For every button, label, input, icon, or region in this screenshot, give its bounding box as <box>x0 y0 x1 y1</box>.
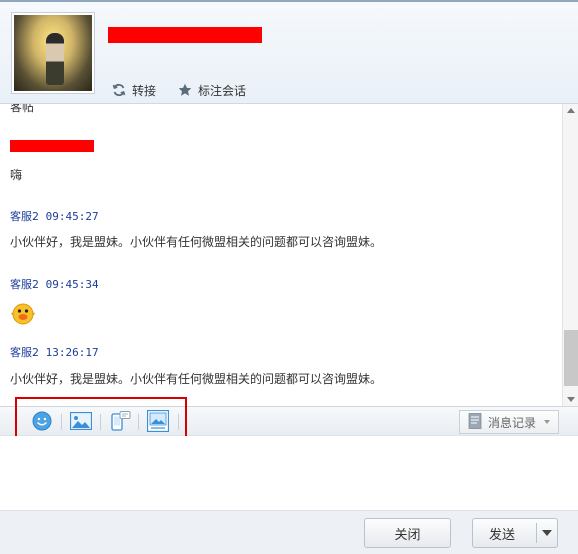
document-icon <box>468 412 482 432</box>
previous-message-text: 客帖 <box>10 104 35 114</box>
close-button-label: 关闭 <box>394 527 421 543</box>
message-header: 客服2 09:45:27 <box>10 208 99 224</box>
send-button-divider <box>536 523 537 543</box>
sender-redacted <box>10 140 94 152</box>
chat-scrollbar[interactable] <box>562 104 578 406</box>
message-history-button[interactable]: 消息记录 <box>459 410 559 434</box>
chevron-down-icon[interactable] <box>542 530 552 536</box>
message-history-label: 消息记录 <box>488 415 537 430</box>
refresh-icon <box>112 83 126 97</box>
message-time: 09:45:27 <box>45 210 99 223</box>
message-text: 小伙伴好，我是盟妹。小伙伴有任何微盟相关的问题都可以咨询盟妹。 <box>10 372 383 386</box>
star-icon <box>178 83 192 97</box>
scroll-down-icon[interactable] <box>567 397 575 402</box>
header-top-border <box>0 0 578 2</box>
contact-name-redacted <box>108 27 262 43</box>
transfer-label: 转接 <box>132 83 157 98</box>
message-header: 客服2 13:26:17 <box>10 344 99 360</box>
avatar-person <box>46 33 64 85</box>
message-input[interactable] <box>0 436 578 510</box>
scroll-up-icon[interactable] <box>567 108 575 113</box>
message-text: 嗨 <box>10 168 23 182</box>
message-time: 09:45:34 <box>45 278 99 291</box>
chat-footer: 关闭 发送 <box>0 510 578 554</box>
chat-history[interactable]: 客帖 嗨 客服2 09:45:27 小伙伴好，我是盟妹。小伙伴有任何微盟相关的问… <box>0 104 562 406</box>
message-time: 13:26:17 <box>45 346 99 359</box>
mark-session-button[interactable]: 标注会话 <box>178 82 246 99</box>
transfer-button[interactable]: 转接 <box>112 82 156 99</box>
message-header: 客服2 09:45:34 <box>10 276 99 292</box>
avatar[interactable] <box>11 12 95 94</box>
send-button-label: 发送 <box>489 527 516 543</box>
sender-name: 客服2 <box>10 346 39 359</box>
chat-header: 转接 标注会话 <box>0 0 578 104</box>
sender-name: 客服2 <box>10 210 39 223</box>
close-button[interactable]: 关闭 <box>364 518 451 548</box>
sender-name: 客服2 <box>10 278 39 291</box>
scroll-thumb[interactable] <box>564 330 578 386</box>
duck-emoji-icon <box>10 302 36 326</box>
avatar-photo <box>14 15 92 91</box>
mark-session-label: 标注会话 <box>198 83 247 98</box>
chevron-down-icon <box>544 420 551 424</box>
send-button[interactable]: 发送 <box>472 518 558 548</box>
header-actions: 转接 标注会话 <box>112 80 246 100</box>
message-text: 小伙伴好，我是盟妹。小伙伴有任何微盟相关的问题都可以咨询盟妹。 <box>10 235 383 249</box>
